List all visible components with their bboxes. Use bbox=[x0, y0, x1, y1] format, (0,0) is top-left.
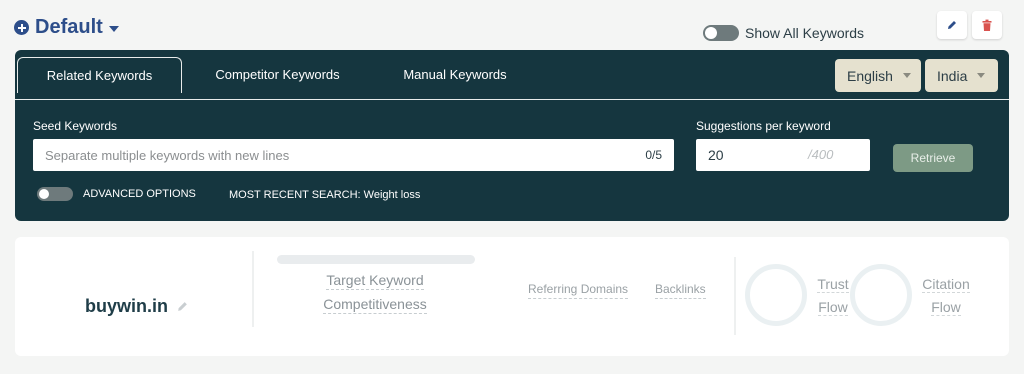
seed-keywords-input[interactable] bbox=[45, 139, 625, 171]
domain-result-card: buywin.in Target Keyword Competitiveness… bbox=[15, 237, 1009, 356]
show-all-keywords: Show All Keywords bbox=[703, 25, 864, 41]
advanced-options-label: ADVANCED OPTIONS bbox=[83, 188, 196, 200]
backlinks-label: Backlinks bbox=[655, 282, 706, 299]
divider bbox=[734, 257, 736, 335]
toggle-knob bbox=[705, 27, 717, 39]
keyword-search-panel: Related Keywords Competitor Keywords Man… bbox=[15, 50, 1009, 221]
suggestions-field: /400 bbox=[696, 139, 870, 171]
seed-count: 0/5 bbox=[645, 148, 662, 162]
tab-related-keywords[interactable]: Related Keywords bbox=[17, 57, 182, 93]
edit-button[interactable] bbox=[937, 11, 967, 39]
tab-manual-keywords[interactable]: Manual Keywords bbox=[375, 57, 535, 93]
chevron-down-icon[interactable] bbox=[108, 26, 119, 32]
trust-flow-line2: Flow bbox=[818, 299, 848, 316]
delete-button[interactable] bbox=[972, 11, 1002, 39]
country-value: India bbox=[937, 67, 968, 84]
target-keyword-line2: Competitiveness bbox=[323, 296, 427, 314]
suggestions-max: /400 bbox=[808, 147, 834, 162]
pencil-icon[interactable] bbox=[176, 300, 189, 313]
citation-flow-line1: Citation bbox=[922, 276, 970, 293]
target-keyword-label: Target Keyword bbox=[305, 272, 445, 290]
trust-flow-label: Trust Flow bbox=[811, 273, 855, 319]
chevron-down-icon bbox=[977, 73, 986, 78]
referring-domains-label: Referring Domains bbox=[528, 282, 629, 299]
tab-divider bbox=[15, 99, 1009, 100]
top-bar: Default Show All Keywords bbox=[0, 0, 1024, 50]
citation-flow-ring bbox=[850, 264, 912, 326]
divider bbox=[252, 251, 254, 327]
citation-flow-label: Citation Flow bbox=[915, 273, 977, 319]
tab-bar: Related Keywords Competitor Keywords Man… bbox=[15, 50, 1009, 100]
advanced-options-toggle[interactable] bbox=[37, 187, 73, 201]
most-recent-search: MOST RECENT SEARCH: Weight loss bbox=[229, 189, 421, 201]
competitiveness-bar bbox=[277, 255, 475, 264]
domain-name: buywin.in bbox=[85, 296, 168, 316]
show-all-toggle[interactable] bbox=[703, 25, 739, 41]
competitiveness-label: Competitiveness bbox=[305, 296, 445, 314]
advanced-options: ADVANCED OPTIONS bbox=[37, 187, 196, 201]
tab-competitor-keywords[interactable]: Competitor Keywords bbox=[195, 57, 360, 93]
domain: buywin.in bbox=[85, 296, 189, 317]
trash-icon bbox=[982, 19, 992, 31]
seed-keywords-field: 0/5 bbox=[33, 139, 674, 171]
profile-name[interactable]: Default bbox=[35, 16, 103, 39]
language-select[interactable]: English bbox=[835, 59, 921, 92]
add-circle-icon[interactable] bbox=[14, 20, 29, 35]
retrieve-button[interactable]: Retrieve bbox=[893, 144, 973, 172]
citation-flow-line2: Flow bbox=[931, 299, 961, 316]
pencil-icon bbox=[948, 21, 956, 29]
suggestions-input[interactable] bbox=[708, 139, 798, 171]
profile-selector[interactable]: Default bbox=[14, 16, 119, 39]
toggle-knob bbox=[39, 189, 49, 199]
language-value: English bbox=[847, 67, 893, 84]
suggestions-label: Suggestions per keyword bbox=[696, 119, 831, 133]
chevron-down-icon bbox=[902, 73, 911, 78]
target-keyword-line1: Target Keyword bbox=[326, 272, 424, 290]
seed-keywords-label: Seed Keywords bbox=[33, 119, 118, 133]
trust-flow-line1: Trust bbox=[817, 276, 849, 293]
show-all-label: Show All Keywords bbox=[745, 25, 865, 41]
trust-flow-ring bbox=[745, 264, 807, 326]
country-select[interactable]: India bbox=[925, 59, 998, 92]
